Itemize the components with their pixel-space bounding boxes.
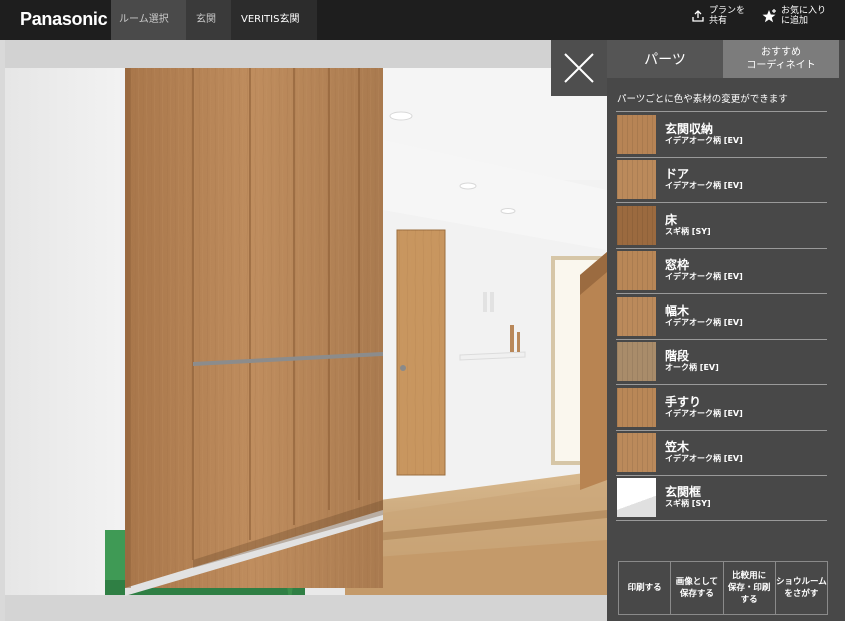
parts-list: 玄関収納 イデアオーク柄 [EV] ドア イデアオーク柄 [EV] 床スギ柄 [SY] 窓…	[616, 111, 827, 521]
material-swatch	[617, 387, 656, 427]
action-label-line2: 保存・印刷	[727, 583, 771, 593]
part-name: 玄関框	[665, 485, 702, 500]
part-item-entrance-storage[interactable]: 玄関収納 イデアオーク柄 [EV]	[616, 111, 827, 157]
entrance-room-illustration	[5, 40, 607, 621]
action-label-line1: 画像として	[675, 577, 718, 587]
part-material: イデアオーク柄 [EV]	[665, 317, 743, 327]
part-text: ドア イデアオーク柄 [EV]	[665, 168, 743, 191]
part-text: 玄関収納 イデアオーク柄 [EV]	[665, 121, 743, 146]
parts-panel: パーツ おすすめ コーディネイト パーツごとに色や素材の変更ができます 玄関収納…	[607, 40, 845, 621]
part-item-door[interactable]: ドア イデアオーク柄 [EV]	[616, 156, 827, 203]
material-swatch	[617, 433, 656, 473]
part-material: スギ柄 [SY]	[665, 226, 711, 236]
part-name: 笠木	[665, 440, 690, 455]
part-material: イデアオーク柄 [EV]	[665, 272, 743, 282]
action-label-line2: 保存する	[679, 589, 714, 599]
panel-description: パーツごとに色や素材の変更ができます	[617, 94, 788, 105]
part-text: 階段 オーク柄 [EV]	[665, 350, 719, 373]
material-swatch	[617, 114, 656, 154]
part-material: イデアオーク柄 [EV]	[665, 181, 743, 191]
find-showroom-button[interactable]: ショウルーム をさがす	[776, 562, 827, 614]
part-name: 窓枠	[665, 258, 690, 273]
tab-coord-label-line1: おすすめ	[761, 47, 801, 58]
part-material: オーク柄 [EV]	[665, 363, 719, 373]
share-label-line1: プランを	[709, 6, 746, 16]
print-button[interactable]: 印刷する	[619, 562, 672, 614]
add-favorite-button[interactable]: お気に入り に追加	[762, 6, 826, 26]
save-image-button[interactable]: 画像として 保存する	[671, 562, 724, 614]
part-item-baseboard[interactable]: 幅木 イデアオーク柄 [EV]	[616, 293, 827, 339]
part-material: スギ柄 [SY]	[665, 499, 711, 509]
part-name: 幅木	[665, 303, 690, 318]
action-label: 印刷する	[628, 582, 662, 594]
share-plan-button[interactable]: プランを 共有	[690, 6, 745, 26]
part-name: 手すり	[665, 394, 702, 409]
material-swatch	[617, 342, 656, 382]
share-label-line2: 共有	[709, 16, 728, 26]
part-text: 手すり イデアオーク柄 [EV]	[665, 394, 743, 419]
part-item-entrance-frame[interactable]: 玄関框 スギ柄 [SY]	[616, 475, 827, 521]
action-label: 比較用に保存・印刷する	[728, 570, 771, 606]
part-text: 玄関框 スギ柄 [SY]	[665, 486, 711, 509]
material-swatch	[617, 478, 656, 518]
part-text: 窓枠 イデアオーク柄 [EV]	[665, 259, 743, 282]
part-text: 幅木 イデアオーク柄 [EV]	[665, 303, 743, 328]
part-material: イデアオーク柄 [EV]	[665, 408, 743, 418]
action-label-line3: する	[740, 595, 758, 605]
material-swatch	[617, 160, 656, 200]
part-name: ドア	[665, 167, 690, 182]
close-panel-button[interactable]	[551, 40, 607, 96]
breadcrumb-veritis-entrance: VERITIS玄関	[231, 0, 317, 40]
part-item-handrail-cap[interactable]: 笠木 イデアオーク柄 [EV]	[616, 429, 827, 476]
action-label-line1: 比較用に	[732, 571, 767, 581]
panasonic-logo[interactable]: Panasonic	[20, 9, 108, 30]
part-text: 笠木 イデアオーク柄 [EV]	[665, 441, 743, 464]
action-buttons: 印刷する 画像として 保存する 比較用に 保存・印刷 する ショウルーム をさがす	[618, 561, 828, 615]
part-item-handrail[interactable]: 手すり イデアオーク柄 [EV]	[616, 384, 827, 430]
part-name: 玄関収納	[665, 121, 714, 136]
part-text: 床スギ柄 [SY]	[665, 212, 711, 237]
part-item-floor[interactable]: 床スギ柄 [SY]	[616, 202, 827, 248]
breadcrumb-entrance[interactable]: 玄関	[186, 0, 231, 40]
material-swatch	[617, 251, 656, 291]
top-bar: Panasonic ルーム選択 玄関 VERITIS玄関 プランを 共有 お気に…	[0, 0, 845, 40]
fav-label-line1: お気に入り	[781, 6, 827, 16]
share-icon	[690, 8, 706, 24]
save-for-compare-button[interactable]: 比較用に保存・印刷する	[724, 562, 776, 614]
action-label-line1: ショウルーム	[776, 577, 827, 587]
tab-parts[interactable]: パーツ	[607, 40, 723, 78]
close-icon	[564, 53, 594, 83]
entrance-render-view	[5, 40, 607, 621]
fav-label-line2: に追加	[781, 16, 809, 26]
part-name: 床	[665, 212, 678, 227]
part-name: 階段	[665, 349, 690, 364]
tab-coord-label-line2: コーディネイト	[746, 60, 816, 71]
part-item-window-frame[interactable]: 窓枠 イデアオーク柄 [EV]	[616, 247, 827, 294]
part-material: イデアオーク柄 [EV]	[665, 135, 743, 145]
star-plus-icon	[762, 8, 778, 24]
action-label-line2: をさがす	[784, 589, 819, 599]
breadcrumb: ルーム選択 玄関 VERITIS玄関	[111, 0, 317, 40]
action-label: 画像として 保存する	[676, 576, 718, 600]
action-label: ショウルーム をさがす	[776, 576, 827, 600]
tab-recommended-coordinate[interactable]: おすすめ コーディネイト	[723, 40, 839, 78]
material-swatch	[617, 205, 656, 245]
part-material: イデアオーク柄 [EV]	[665, 454, 743, 464]
breadcrumb-room-select[interactable]: ルーム選択	[111, 0, 186, 40]
panel-tabs: パーツ おすすめ コーディネイト	[607, 40, 845, 78]
action-label-line1: 印刷する	[627, 583, 662, 593]
part-item-stairs[interactable]: 階段 オーク柄 [EV]	[616, 338, 827, 385]
material-swatch	[617, 296, 656, 336]
